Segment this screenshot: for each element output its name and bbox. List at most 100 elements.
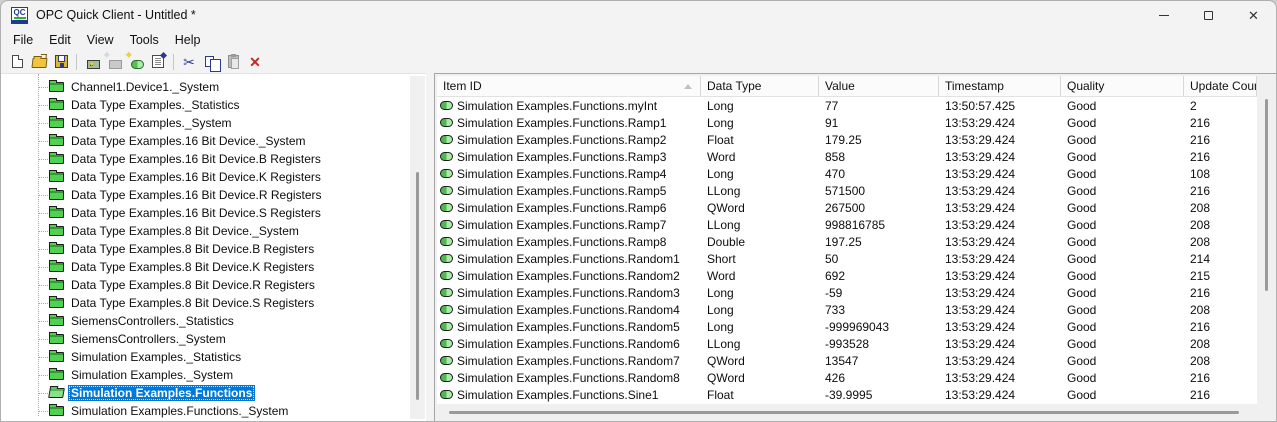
tree-item[interactable]: Data Type Examples.16 Bit Device._System [1,132,426,150]
cell-item-id: Simulation Examples.Functions.Random5 [437,320,701,334]
tree-item[interactable]: Data Type Examples.8 Bit Device.R Regist… [1,276,426,294]
save-button[interactable] [50,52,72,72]
table-row[interactable]: Simulation Examples.Functions.Random3 Lon… [437,284,1257,301]
new-group-icon [109,59,122,69]
tree-scrollbar-thumb[interactable] [416,172,419,400]
column-header-value[interactable]: Value [819,76,939,96]
tree-item[interactable]: Data Type Examples.16 Bit Device.S Regis… [1,204,426,222]
cell-quality: Good [1061,354,1184,368]
tree-item-label: Data Type Examples.8 Bit Device._System [71,224,299,238]
tag-icon [440,101,453,110]
cut-button[interactable]: ✂ [178,52,200,72]
table-row[interactable]: Simulation Examples.Functions.myInt Long 7… [437,97,1257,114]
table-vscrollbar-thumb[interactable] [1265,99,1268,291]
table-row[interactable]: Simulation Examples.Functions.Ramp8 Doubl… [437,233,1257,250]
minimize-button[interactable] [1141,1,1186,29]
toolbar-separator [76,53,77,70]
table-row[interactable]: Simulation Examples.Functions.Sine1 Float… [437,386,1257,403]
maximize-button[interactable] [1186,1,1231,29]
table-row[interactable]: Simulation Examples.Functions.Random5 Lon… [437,318,1257,335]
table-row[interactable]: Simulation Examples.Functions.Random4 Lon… [437,301,1257,318]
tree-item[interactable]: Data Type Examples.8 Bit Device._System [1,222,426,240]
delete-button[interactable]: ✕ [244,52,266,72]
tree-item[interactable]: Data Type Examples.16 Bit Device.R Regis… [1,186,426,204]
item-table: Item ID Data Type Value Timestamp Quality Upd… [437,76,1257,404]
table-row[interactable]: Simulation Examples.Functions.Ramp4 Long 4… [437,165,1257,182]
cell-item-id: Simulation Examples.Functions.Random4 [437,303,701,317]
tree-connector [39,266,48,268]
column-header-update-count[interactable]: Update Count [1184,76,1257,96]
column-header-item-id[interactable]: Item ID [437,76,701,96]
table-row[interactable]: Simulation Examples.Functions.Ramp3 Word 8… [437,148,1257,165]
column-header-timestamp[interactable]: Timestamp [939,76,1061,96]
tree-vertical-scrollbar[interactable] [410,76,425,419]
table-row[interactable]: Simulation Examples.Functions.Random2 Wor… [437,267,1257,284]
cell-timestamp: 13:53:29.424 [939,388,1061,402]
tree-item[interactable]: Data Type Examples._System [1,114,426,132]
tree-item[interactable]: Simulation Examples.Functions [1,384,426,402]
cell-quality: Good [1061,167,1184,181]
table-row[interactable]: Simulation Examples.Functions.Random8 QWo… [437,369,1257,386]
tree-item[interactable]: SiemensControllers._System [1,330,426,348]
tree-item[interactable]: Data Type Examples.8 Bit Device.K Regist… [1,258,426,276]
tree-item[interactable]: Data Type Examples.16 Bit Device.B Regis… [1,150,426,168]
menu-view[interactable]: View [79,31,122,49]
new-server-button[interactable] [81,52,103,72]
menu-tools[interactable]: Tools [122,31,167,49]
table-row[interactable]: Simulation Examples.Functions.Ramp6 QWord… [437,199,1257,216]
tree-item[interactable]: Data Type Examples.8 Bit Device.B Regist… [1,240,426,258]
cell-data-type: Long [701,286,819,300]
cell-text: 216 [1190,387,1211,402]
tree-item[interactable]: Data Type Examples.16 Bit Device.K Regis… [1,168,426,186]
tree-item[interactable]: Simulation Examples._Statistics [1,348,426,366]
tree-connector [39,284,48,286]
tree-item[interactable]: Data Type Examples._Statistics [1,96,426,114]
menu-edit[interactable]: Edit [41,31,79,49]
open-folder-button[interactable] [28,52,50,72]
menu-file[interactable]: File [5,31,41,49]
menu-help[interactable]: Help [167,31,209,49]
tree-item[interactable]: SiemensControllers._Statistics [1,312,426,330]
window-title: OPC Quick Client - Untitled * [36,8,196,22]
cell-text: Good [1067,285,1097,300]
table-row[interactable]: Simulation Examples.Functions.Random6 LLo… [437,335,1257,352]
tree-connector [39,320,48,322]
cell-text: Long [707,319,734,334]
tree-item[interactable]: Data Type Examples.8 Bit Device.S Regist… [1,294,426,312]
table-row[interactable]: Simulation Examples.Functions.Random7 QWo… [437,352,1257,369]
cell-text: Good [1067,387,1097,402]
cell-text: 216 [1190,370,1211,385]
column-header-data-type[interactable]: Data Type [701,76,819,96]
cell-text: 216 [1190,319,1211,334]
table-row[interactable]: Simulation Examples.Functions.Ramp5 LLong… [437,182,1257,199]
table-row[interactable]: Simulation Examples.Functions.Ramp2 Float… [437,131,1257,148]
cell-text: Long [707,166,734,181]
cell-text: 13:53:29.424 [945,387,1016,402]
cell-value: 197.25 [819,235,939,249]
table-row[interactable]: Simulation Examples.Functions.Ramp1 Long 9… [437,114,1257,131]
tree-item[interactable]: Simulation Examples.Functions._System [1,402,426,420]
tree-item[interactable]: Simulation Examples._System [1,366,426,384]
cell-text: LLong [707,217,741,232]
cell-text: 13:53:29.424 [945,302,1016,317]
cell-text: Simulation Examples.Functions.Ramp4 [457,166,667,181]
column-header-quality[interactable]: Quality [1061,76,1184,96]
new-server-icon [87,59,100,70]
table-vertical-scrollbar[interactable] [1257,75,1276,404]
close-button[interactable]: ✕ [1231,1,1276,29]
pane-splitter[interactable] [426,73,434,421]
copy-icon [205,56,221,72]
cell-data-type: QWord [701,354,819,368]
table-row[interactable]: Simulation Examples.Functions.Ramp7 LLong… [437,216,1257,233]
close-icon: ✕ [1248,7,1259,23]
table-row[interactable]: Simulation Examples.Functions.Random1 Sho… [437,250,1257,267]
table-horizontal-scrollbar[interactable] [437,404,1257,421]
cell-data-type: Long [701,167,819,181]
properties-button[interactable] [147,52,169,72]
new-file-button[interactable] [6,52,28,72]
copy-button[interactable] [200,52,222,72]
tree-item[interactable]: Channel1.Device1._System [1,78,426,96]
cell-quality: Good [1061,150,1184,164]
table-hscrollbar-thumb[interactable] [449,411,1239,414]
new-item-button[interactable] [125,52,147,72]
